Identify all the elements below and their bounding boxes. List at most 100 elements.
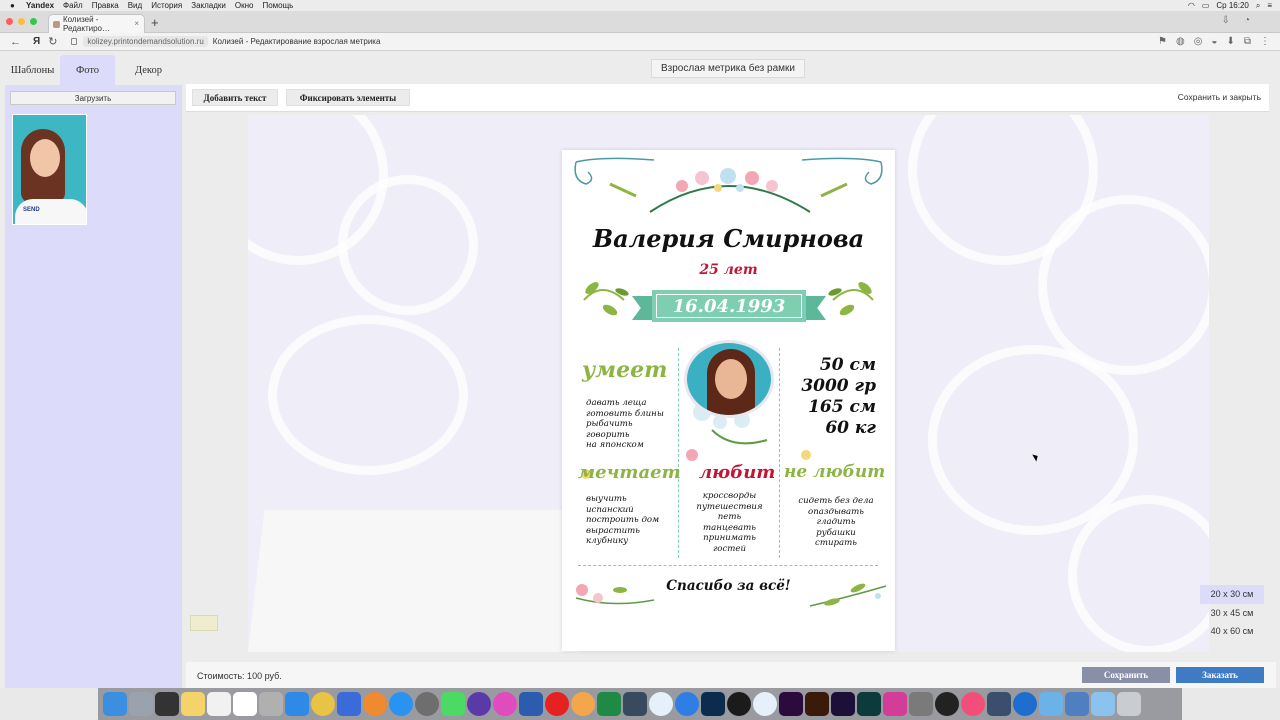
add-text-button[interactable]: Добавить текст (192, 89, 278, 106)
photoshop-icon[interactable] (701, 692, 725, 716)
poster-preview[interactable]: Валерия Смирнова 25 лет 16.04.1993 умеет… (562, 150, 895, 651)
order-button[interactable]: Заказать (1176, 667, 1264, 683)
illustrator-icon[interactable] (805, 692, 829, 716)
folder-icon[interactable] (1039, 692, 1063, 716)
dislikes-header[interactable]: не любит (784, 462, 885, 482)
bookmark-icon[interactable]: ⚑ (1158, 36, 1167, 47)
protect-icon[interactable]: ◒ (1211, 36, 1217, 47)
speaker-icon[interactable] (935, 692, 959, 716)
extension-icon[interactable]: ◎ (1194, 36, 1203, 47)
share-icon[interactable]: ⧉ (1244, 36, 1251, 47)
lightroom-icon[interactable] (623, 692, 647, 716)
app-icon[interactable] (649, 692, 673, 716)
yandex-home-button[interactable]: Я (33, 36, 40, 47)
more-menu-icon[interactable]: ⋮ (1260, 36, 1270, 47)
color-app-icon[interactable] (493, 692, 517, 716)
clock[interactable]: Ср 16:20 (1216, 1, 1248, 10)
downloads-icon[interactable]: ⇩ (1222, 15, 1230, 26)
extension-icon[interactable]: ◍ (1176, 36, 1185, 47)
apple-icon[interactable]: ● (10, 1, 18, 10)
tab-templates[interactable]: Шаблоны (5, 55, 60, 85)
music-icon[interactable] (961, 692, 985, 716)
dislikes-list[interactable]: сидеть без дела опаздывать гладить рубаш… (784, 496, 888, 549)
wifi-icon[interactable]: ◠ (1188, 1, 1195, 10)
poster-photo[interactable] (684, 340, 774, 418)
poster-name[interactable]: Валерия Смирнова (562, 224, 895, 253)
fix-elements-button[interactable]: Фиксировать элементы (286, 89, 410, 106)
app-icon[interactable] (753, 692, 777, 716)
browser-tab[interactable]: Колизей - Редактиро… × (48, 14, 145, 33)
new-tab-button[interactable]: + (151, 15, 159, 30)
app-icon[interactable] (1013, 692, 1037, 716)
skills-header[interactable]: умеет (582, 357, 667, 383)
app-icon[interactable] (987, 692, 1011, 716)
finder-icon[interactable] (103, 692, 127, 716)
system-preferences-icon[interactable] (415, 692, 439, 716)
trash-app-icon[interactable] (259, 692, 283, 716)
menu-file[interactable]: Файл (63, 1, 83, 10)
photo-thumbnail[interactable]: SEND (12, 114, 87, 225)
yandex-browser-icon[interactable] (545, 692, 569, 716)
maximize-window-icon[interactable] (30, 18, 37, 25)
folder-icon[interactable] (1091, 692, 1115, 716)
calendar-icon[interactable] (233, 692, 257, 716)
after-effects-icon[interactable] (831, 692, 855, 716)
download-icon[interactable]: ⬇ (1226, 36, 1234, 47)
menu-window[interactable]: Окно (235, 1, 254, 10)
excel-icon[interactable] (597, 692, 621, 716)
url-field[interactable]: kolizey.printondemandsolution.ru (83, 36, 208, 47)
davinci-icon[interactable] (467, 692, 491, 716)
size-option-20x30[interactable]: 20 x 30 см (1200, 585, 1264, 604)
menu-history[interactable]: История (151, 1, 182, 10)
menu-app-name[interactable]: Yandex (26, 1, 54, 10)
search-icon[interactable]: ⌕ (1256, 1, 1260, 11)
minimize-window-icon[interactable] (18, 18, 25, 25)
notes-icon[interactable] (181, 692, 205, 716)
dreams-list[interactable]: выучить испанский построить дом вырастит… (586, 494, 659, 547)
upload-button[interactable]: Загрузить (10, 91, 176, 105)
measurements[interactable]: 50 см 3000 гр 165 см 60 кг (792, 355, 876, 439)
mission-control-icon[interactable] (155, 692, 179, 716)
app-store-icon[interactable] (285, 692, 309, 716)
launchpad-icon[interactable] (129, 692, 153, 716)
tab-photo[interactable]: Фото (60, 55, 115, 85)
battery-icon[interactable]: ▭ (1202, 1, 1210, 10)
photos-icon[interactable] (363, 692, 387, 716)
lock-icon[interactable] (71, 38, 78, 45)
word-icon[interactable] (519, 692, 543, 716)
loves-list[interactable]: кроссворды путешествия петь танцевать пр… (682, 491, 777, 555)
folder-icon[interactable] (1065, 692, 1089, 716)
skills-list[interactable]: давать леща готовить блины рыбачить гово… (586, 398, 664, 451)
flower-app-icon[interactable] (441, 692, 465, 716)
date-ribbon[interactable]: 16.04.1993 (652, 290, 806, 322)
reload-icon[interactable]: ↻ (48, 35, 57, 48)
close-window-icon[interactable] (6, 18, 13, 25)
close-tab-icon[interactable]: × (134, 19, 139, 28)
app-icon[interactable] (883, 692, 907, 716)
mail-icon[interactable] (337, 692, 361, 716)
safari-icon[interactable] (675, 692, 699, 716)
poster-thanks[interactable]: Спасибо за всё! (562, 578, 895, 594)
menu-edit[interactable]: Правка (92, 1, 119, 10)
app-icon[interactable] (909, 692, 933, 716)
size-option-30x45[interactable]: 30 x 45 см (1200, 604, 1264, 623)
app-icon[interactable] (727, 692, 751, 716)
menu-view[interactable]: Вид (128, 1, 142, 10)
save-button[interactable]: Сохранить (1082, 667, 1170, 683)
app-store-icon[interactable] (389, 692, 413, 716)
dreams-header[interactable]: мечтает (578, 462, 681, 483)
audition-icon[interactable] (857, 692, 881, 716)
menu-help[interactable]: Помощь (262, 1, 293, 10)
loves-header[interactable]: любит (699, 462, 775, 483)
save-and-close-link[interactable]: Сохранить и закрыть (1178, 92, 1261, 102)
textedit-icon[interactable] (207, 692, 231, 716)
size-option-40x60[interactable]: 40 x 60 см (1200, 622, 1264, 641)
tab-decor[interactable]: Декор (115, 55, 182, 85)
back-icon[interactable]: ← (10, 36, 21, 48)
profile-icon[interactable]: ◔ (1244, 15, 1250, 26)
menu-list-icon[interactable]: ≡ (1267, 1, 1272, 10)
sun-app-icon[interactable] (571, 692, 595, 716)
trash-icon[interactable] (1117, 692, 1141, 716)
premiere-icon[interactable] (779, 692, 803, 716)
menu-bookmarks[interactable]: Закладки (191, 1, 226, 10)
